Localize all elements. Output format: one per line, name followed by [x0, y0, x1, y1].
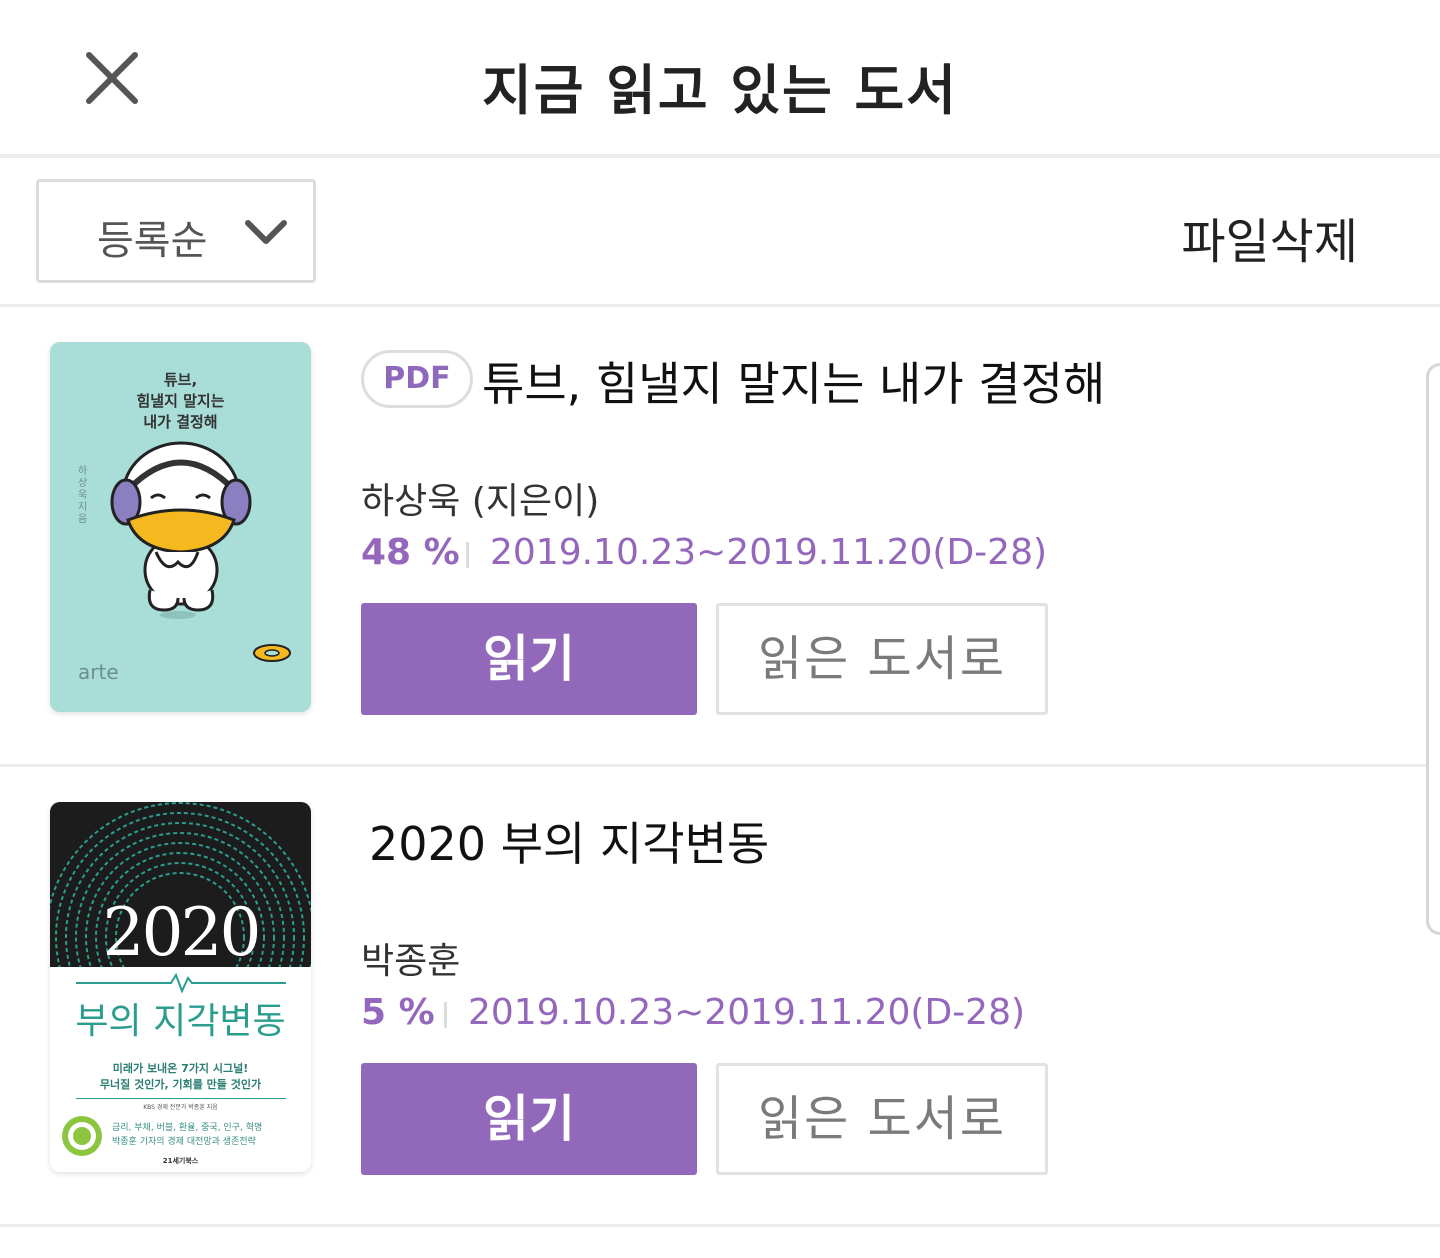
book-cover[interactable]: 2020 부의 지각변동 미래가 보내온 7가지 시그널! 무너질 것인가, 기… [50, 802, 311, 1172]
cover-publisher: arte [78, 660, 119, 684]
cover-tagline: 무너질 것인가, 기회를 만들 것인가 [99, 1078, 262, 1091]
cover-title-line: 힘낼지 말지는 [136, 392, 225, 410]
read-button[interactable]: 읽기 [361, 1063, 697, 1175]
book-cover[interactable]: 튜브, 힘낼지 말지는 내가 결정해 하상욱 지음 arte [50, 342, 311, 712]
book-author: 박종훈 [361, 941, 461, 982]
cover-byline: KBS 경제 전문가 박종훈 지음 [143, 1104, 218, 1111]
meta-separator [444, 1002, 447, 1028]
cover-rule [76, 1098, 286, 1099]
book-author: 하상욱 (지은이) [361, 481, 600, 522]
cover-publisher: 21세기북스 [162, 1157, 199, 1165]
book-title[interactable]: 튜브, 힘낼지 말지는 내가 결정해 [482, 348, 1105, 414]
cover-title-line: 튜브, [163, 371, 198, 389]
award-seal-icon [62, 1116, 102, 1156]
mark-as-read-button[interactable]: 읽은 도서로 [716, 603, 1048, 715]
reading-progress: 5 % [361, 992, 435, 1033]
cover-tagline: 미래가 보내온 7가지 시그널! [112, 1062, 249, 1075]
tube-character-illustration [110, 441, 252, 619]
cover-subtitle: 박종훈 기자의 경제 대전망과 생존전략 [112, 1137, 256, 1147]
book-list-item: 2020 부의 지각변동 미래가 보내온 7가지 시그널! 무너질 것인가, 기… [0, 766, 1440, 1224]
scrollbar-thumb[interactable] [1426, 363, 1440, 935]
cover-keywords: 금리, 부채, 버블, 환율, 중국, 인구, 혁명 [112, 1123, 263, 1133]
cover-title: 부의 지각변동 [75, 1001, 286, 1042]
cover-title-line: 내가 결정해 [143, 413, 218, 431]
app-header: 지금 읽고 있는 도서 [0, 0, 1440, 156]
book-title[interactable]: 2020 부의 지각변동 [369, 808, 769, 874]
cover-year: 2020 [102, 894, 262, 971]
read-button[interactable]: 읽기 [361, 603, 697, 715]
book-list-item: 튜브, 힘낼지 말지는 내가 결정해 하상욱 지음 arte PDF 튜브, 힘… [0, 306, 1440, 764]
rental-period: 2019.10.23~2019.11.20(D-28) [468, 992, 1026, 1033]
reading-progress: 48 % [361, 532, 460, 573]
page-title: 지금 읽고 있는 도서 [482, 59, 958, 122]
pdf-badge: PDF [361, 350, 473, 408]
cover-pulse-line [76, 972, 286, 994]
book-divider [0, 1224, 1440, 1227]
float-ring-icon [253, 644, 291, 662]
cover-side-author: 하상욱 지음 [78, 466, 88, 525]
delete-files-button[interactable]: 파일삭제 [1181, 202, 1358, 272]
mark-as-read-button[interactable]: 읽은 도서로 [716, 1063, 1048, 1175]
sort-dropdown[interactable]: 등록순 [36, 179, 316, 283]
meta-separator [466, 542, 469, 568]
rental-period: 2019.10.23~2019.11.20(D-28) [490, 532, 1048, 573]
chevron-down-icon [245, 220, 287, 244]
sort-dropdown-label: 등록순 [97, 218, 208, 264]
toolbar: 등록순 파일삭제 [0, 158, 1440, 306]
